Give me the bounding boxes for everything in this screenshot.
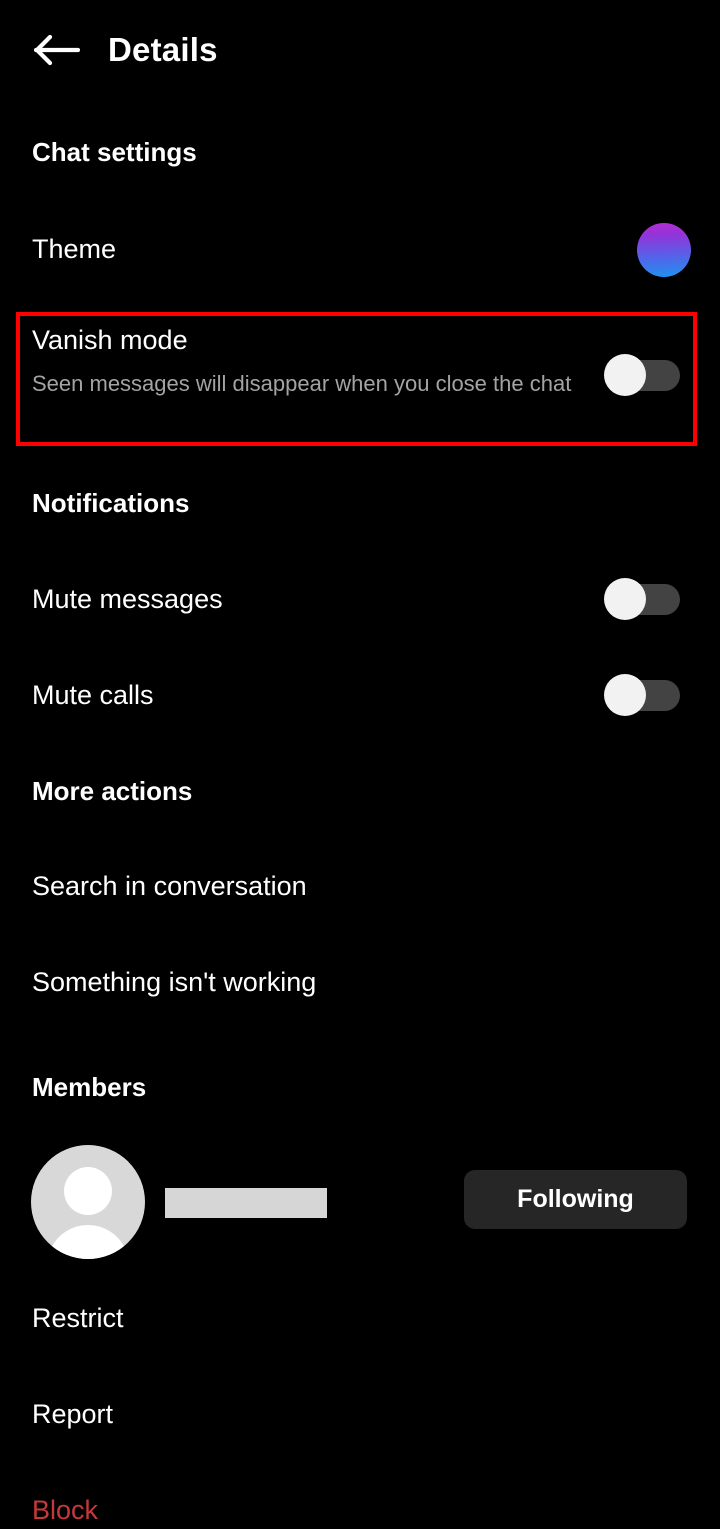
avatar-body-icon (47, 1225, 129, 1259)
following-button[interactable]: Following (464, 1170, 687, 1229)
member-avatar[interactable] (31, 1145, 145, 1259)
section-title-chat-settings: Chat settings (32, 137, 197, 167)
toggle-knob (604, 578, 646, 620)
toggle-mute-calls[interactable] (604, 674, 680, 716)
row-restrict-label: Restrict (32, 1303, 124, 1333)
toggle-vanish-mode[interactable] (604, 354, 680, 396)
back-arrow-icon (34, 34, 80, 66)
row-vanish-mode-subtitle: Seen messages will disappear when you cl… (32, 371, 572, 396)
section-title-members: Members (32, 1072, 147, 1102)
row-restrict[interactable]: Restrict (0, 1291, 720, 1347)
theme-gradient-swatch[interactable] (637, 223, 691, 277)
row-report[interactable]: Report (0, 1387, 720, 1443)
row-report-label: Report (32, 1399, 114, 1429)
back-button[interactable] (22, 15, 92, 85)
row-search-in-conversation-label: Search in conversation (32, 871, 307, 901)
section-title-more-actions: More actions (32, 776, 193, 806)
row-vanish-mode-label: Vanish mode (32, 325, 188, 355)
toggle-knob (604, 674, 646, 716)
toggle-knob (604, 354, 646, 396)
row-mute-calls-label: Mute calls (32, 680, 154, 710)
row-something-isnt-working[interactable]: Something isn't working (0, 955, 720, 1011)
row-theme[interactable]: Theme (0, 222, 720, 278)
member-name-redaction (165, 1188, 327, 1218)
app-header: Details (0, 0, 720, 100)
row-theme-label: Theme (32, 234, 117, 264)
row-search-in-conversation[interactable]: Search in conversation (0, 859, 720, 915)
page-title: Details (108, 31, 218, 68)
row-block[interactable]: Block (0, 1483, 720, 1529)
row-mute-messages-label: Mute messages (32, 584, 223, 614)
toggle-mute-messages[interactable] (604, 578, 680, 620)
row-something-isnt-working-label: Something isn't working (32, 967, 317, 997)
row-block-label: Block (32, 1495, 99, 1525)
section-title-notifications: Notifications (32, 488, 190, 518)
avatar-head-icon (64, 1167, 112, 1215)
